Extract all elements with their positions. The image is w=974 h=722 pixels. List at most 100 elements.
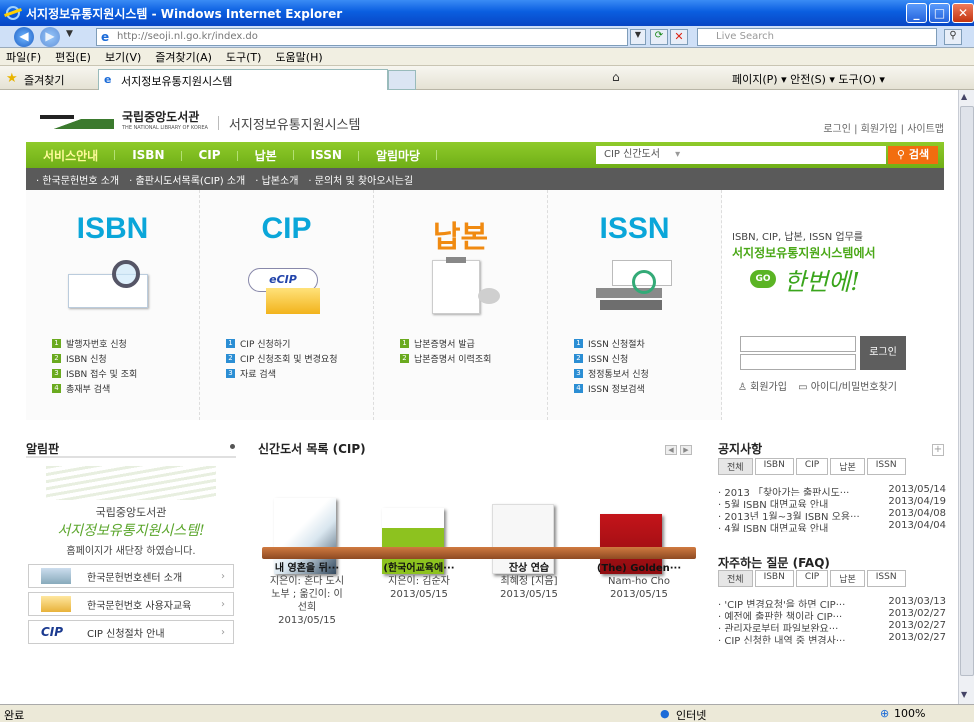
nav-dropdown-icon[interactable]: ▼ <box>66 29 73 39</box>
zoom-level[interactable]: 100% <box>894 707 925 720</box>
faq-item[interactable]: · 예전에 출판한 책이라 CIP··· 2013/02/27 <box>718 608 946 620</box>
faq-tab-deposit[interactable]: 납본 <box>830 570 865 587</box>
top-links[interactable]: 로그인 | 회원가입 | 사이트맵 <box>823 120 944 135</box>
scroll-thumb[interactable] <box>960 106 974 676</box>
notice-tab-all[interactable]: 전체 <box>718 458 753 475</box>
find-id-link[interactable]: 아이디/비밀번호찾기 <box>811 382 897 393</box>
subnav-isbn-intro[interactable]: · 한국문헌번호 소개 <box>36 172 119 187</box>
subnav-contact[interactable]: · 문의처 및 찾아오시는길 <box>308 172 413 187</box>
more-plus-icon[interactable]: + <box>932 444 944 456</box>
isbn-item[interactable]: 4 총재부 검색 <box>52 381 137 396</box>
quicklink-cip-guide[interactable]: CIP CIP 신청절차 안내 › <box>28 620 234 644</box>
vertical-scrollbar[interactable]: ▲ ▼ <box>958 90 974 704</box>
notice-item[interactable]: · 2013년 1월~3월 ISBN 오용··· 2013/04/08 <box>718 508 946 520</box>
issn-books-icon <box>596 260 686 314</box>
quicklink-center-intro[interactable]: 한국문헌번호센터 소개 › <box>28 564 234 588</box>
notice-item[interactable]: · 2013 「찾아가는 출판시도··· 2013/05/14 <box>718 484 946 496</box>
service-cip-title[interactable]: CIP <box>200 212 373 246</box>
isbn-item[interactable]: 2 ISBN 신청 <box>52 351 137 366</box>
nav-isbn[interactable]: ISBN <box>115 148 182 162</box>
nav-deposit[interactable]: 납본 <box>238 147 294 164</box>
service-deposit-title[interactable]: 납본 <box>374 212 547 256</box>
book-1[interactable]: 내 영혼을 뒤··· 지은이: 혼다 도시 노부 ; 옮긴이: 이 선희 201… <box>252 562 362 627</box>
notice-tab-issn[interactable]: ISSN <box>866 458 906 475</box>
favorites-button[interactable]: 즐겨찾기 <box>24 72 64 88</box>
book-2[interactable]: (한국어교육에··· 지은이: 김순자 2013/05/15 <box>364 562 474 601</box>
issn-item[interactable]: 3 정정통보서 신청 <box>574 366 649 381</box>
issn-item[interactable]: 4 ISSN 정보검색 <box>574 381 649 396</box>
back-icon[interactable]: ◀ <box>14 27 34 47</box>
notice-item[interactable]: · 4월 ISBN 대면교육 안내 2013/04/04 <box>718 520 946 532</box>
quicklink-user-education[interactable]: 한국문헌번호 사용자교육 › <box>28 592 234 616</box>
cip-item[interactable]: 2 CIP 신청조회 및 변경요청 <box>226 351 337 366</box>
new-tab-button[interactable] <box>388 70 416 90</box>
live-search-input[interactable]: Live Search <box>697 28 937 46</box>
nav-cip[interactable]: CIP <box>182 148 238 162</box>
faq-item[interactable]: · 'CIP 변경요청'을 하면 CIP··· 2013/03/13 <box>718 596 946 608</box>
service-issn-title[interactable]: ISSN <box>548 212 721 246</box>
deposit-item[interactable]: 2 납본증명서 이력조회 <box>400 351 491 366</box>
book-3[interactable]: 잔상 연습 최혜정 [지음] 2013/05/15 <box>474 562 584 601</box>
notice-tab-deposit[interactable]: 납본 <box>830 458 865 475</box>
subnav-cip-intro[interactable]: · 출판시도서목록(CIP) 소개 <box>129 172 245 187</box>
prev-arrow-icon[interactable]: ◀ <box>665 445 677 455</box>
cip-item[interactable]: 3 자료 검색 <box>226 366 337 381</box>
menu-help[interactable]: 도움말(H) <box>275 49 322 65</box>
nav-service-info[interactable]: 서비스안내 <box>26 147 116 164</box>
close-button[interactable]: ✕ <box>952 3 974 23</box>
deposit-item[interactable]: 1 납본증명서 발급 <box>400 336 491 351</box>
url-dropdown-icon[interactable]: ▼ <box>630 29 646 45</box>
stop-icon[interactable]: ✕ <box>670 29 688 45</box>
subnav-deposit-intro[interactable]: · 납본소개 <box>255 172 298 187</box>
cip-item[interactable]: 1 CIP 신청하기 <box>226 336 337 351</box>
issn-item[interactable]: 2 ISSN 신청 <box>574 351 649 366</box>
faq-item[interactable]: · 관리자로부터 파일보완요··· 2013/02/27 <box>718 620 946 632</box>
board-dot-icon[interactable] <box>230 444 235 449</box>
refresh-icon[interactable]: ⟳ <box>650 29 668 45</box>
favorites-star-icon[interactable]: ★ <box>6 71 18 86</box>
isbn-item[interactable]: 3 ISBN 접수 및 조회 <box>52 366 137 381</box>
menu-edit[interactable]: 편집(E) <box>55 49 91 65</box>
command-bar[interactable]: 페이지(P) ▾ 안전(S) ▾ 도구(O) ▾ <box>732 71 885 87</box>
scroll-up-icon[interactable]: ▲ <box>961 92 967 101</box>
book-author: Nam-ho Cho <box>607 576 671 587</box>
minimize-button[interactable]: _ <box>906 3 927 23</box>
site-search-button[interactable]: ⚲ 검색 <box>888 146 938 164</box>
isbn-item[interactable]: 1 발행자번호 신청 <box>52 336 137 351</box>
notice-tab-cip[interactable]: CIP <box>795 458 829 475</box>
notice-tab-isbn[interactable]: ISBN <box>754 458 794 475</box>
login-password-input[interactable] <box>740 354 856 370</box>
go-button[interactable]: GO <box>750 270 776 288</box>
login-button[interactable]: 로그인 <box>860 336 906 370</box>
home-icon[interactable]: ⌂ <box>612 70 620 84</box>
menu-tools[interactable]: 도구(T) <box>226 49 262 65</box>
scroll-down-icon[interactable]: ▼ <box>961 690 967 699</box>
notice-item[interactable]: · 5월 ISBN 대면교육 안내 2013/04/19 <box>718 496 946 508</box>
faq-tab-issn[interactable]: ISSN <box>866 570 906 587</box>
search-icon[interactable]: ⚲ <box>944 29 962 45</box>
login-id-input[interactable] <box>740 336 856 352</box>
board-banner[interactable]: 국립중앙도서관 서지정보유통지원시스템! 홈페이지가 새단장 하였습니다. <box>26 456 236 558</box>
menu-favorites[interactable]: 즐겨찾기(A) <box>155 49 212 65</box>
service-isbn-title[interactable]: ISBN <box>26 212 199 246</box>
nav-notice[interactable]: 알림마당 <box>359 147 438 164</box>
faq-tab-all[interactable]: 전체 <box>718 570 753 587</box>
sub-nav: · 한국문헌번호 소개 · 출판시도서목록(CIP) 소개 · 납본소개 · 문… <box>26 168 944 190</box>
issn-item[interactable]: 1 ISSN 신청절차 <box>574 336 649 351</box>
site-search-select[interactable]: CIP 신간도서 ▾ <box>596 146 886 164</box>
join-link[interactable]: 회원가입 <box>750 382 787 393</box>
site-logo[interactable]: 국립중앙도서관 THE NATIONAL LIBRARY OF KOREA 서지… <box>40 108 360 138</box>
book-title: 잔상 연습 <box>508 563 550 574</box>
faq-tab-cip[interactable]: CIP <box>795 570 829 587</box>
maximize-button[interactable]: □ <box>929 3 950 23</box>
forward-icon[interactable]: ▶ <box>40 27 60 47</box>
menu-view[interactable]: 보기(V) <box>105 49 141 65</box>
faq-item[interactable]: · CIP 신청한 내역 중 변경사··· 2013/02/27 <box>718 632 946 644</box>
url-field[interactable]: http://seoji.nl.go.kr/index.do <box>96 28 628 46</box>
book-4[interactable]: (The) Golden··· Nam-ho Cho 2013/05/15 <box>584 562 694 601</box>
nav-issn[interactable]: ISSN <box>294 148 360 162</box>
menu-file[interactable]: 파일(F) <box>6 49 41 65</box>
faq-tab-isbn[interactable]: ISBN <box>754 570 794 587</box>
next-arrow-icon[interactable]: ▶ <box>680 445 692 455</box>
browser-tab[interactable]: e 서지정보유통지원시스템 <box>98 69 388 90</box>
